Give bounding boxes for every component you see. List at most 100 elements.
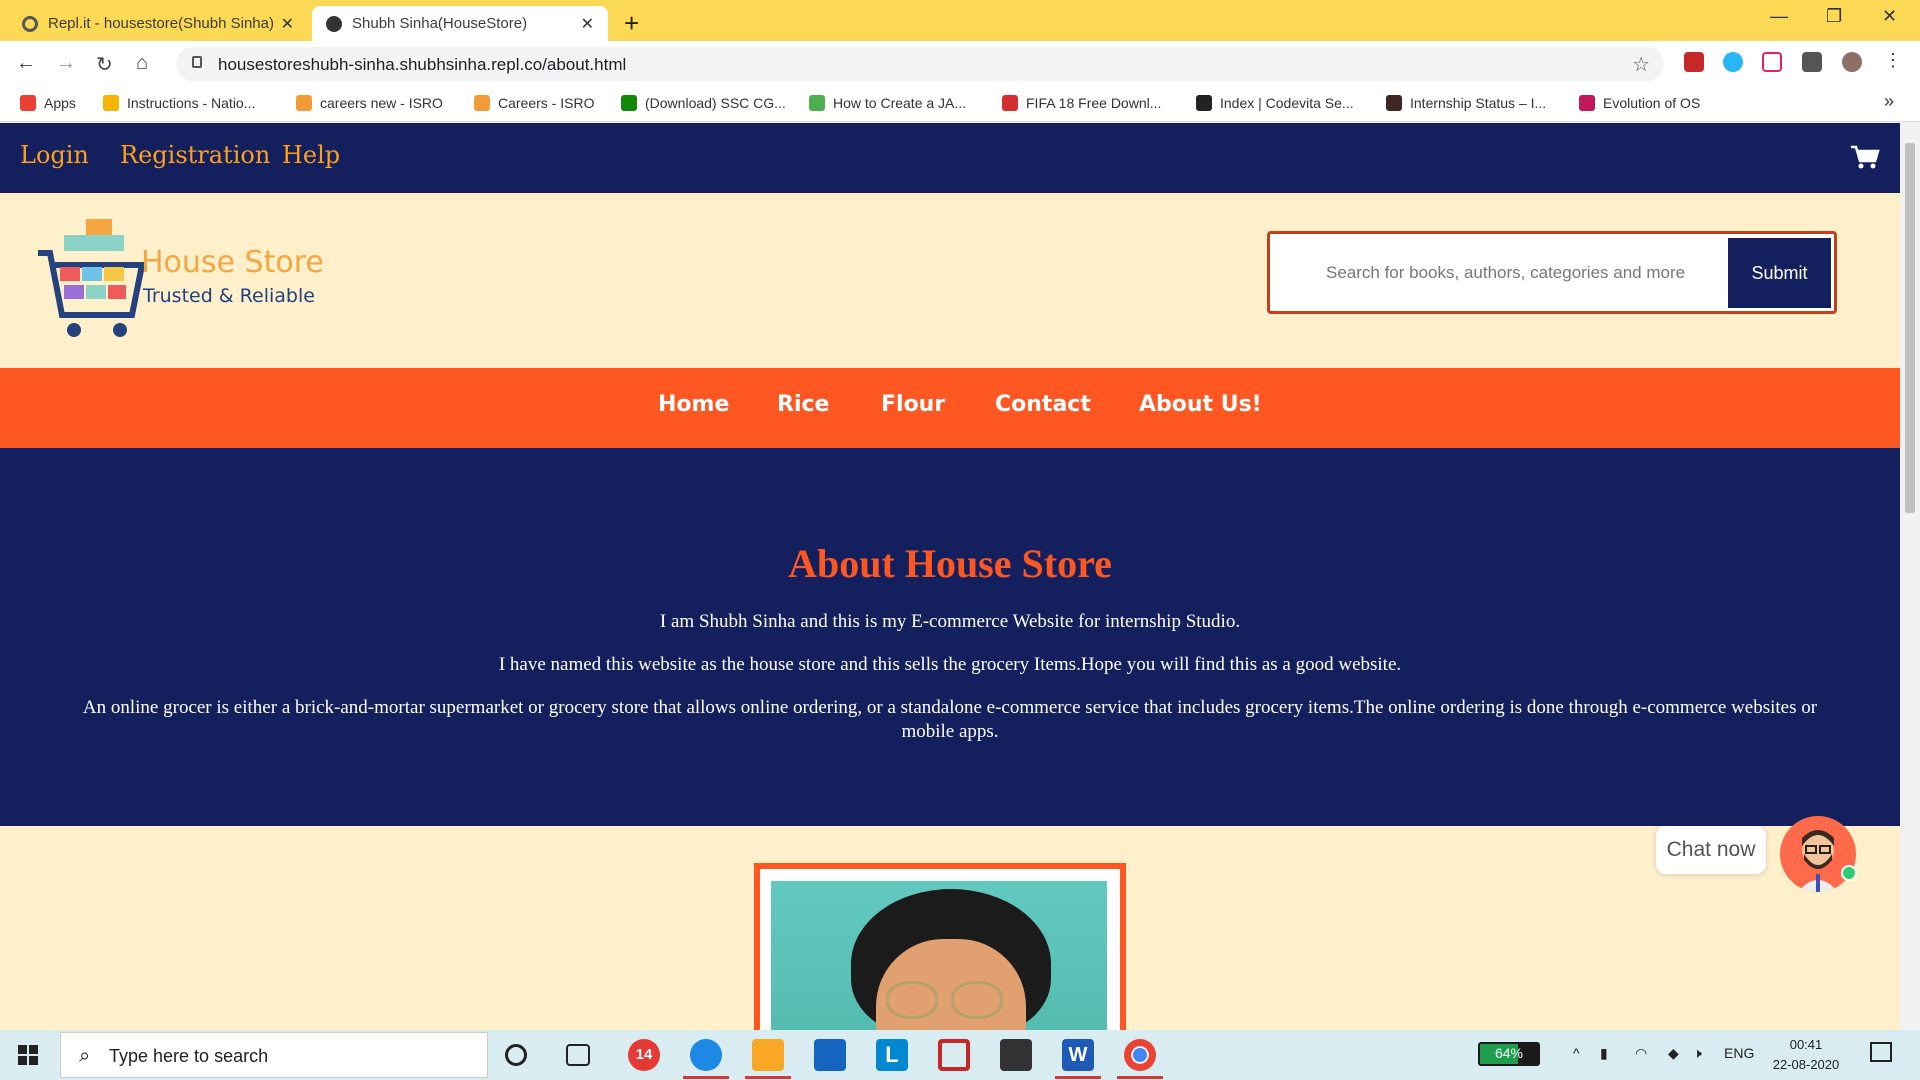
back-icon[interactable]: ← <box>16 52 36 75</box>
tab-title: Shubh Sinha(HouseStore) <box>352 15 528 32</box>
more-bookmarks-icon[interactable]: » <box>1884 91 1894 112</box>
speaker-muted-icon[interactable]: 🕨 <box>1693 1045 1702 1062</box>
wifi-icon[interactable]: ◠ <box>1635 1045 1647 1062</box>
menu-home[interactable]: Home <box>658 392 729 417</box>
main-menu: Home Rice Flour Contact About Us! <box>0 368 1900 448</box>
dropbox-icon[interactable]: ◆ <box>1668 1045 1679 1062</box>
bookmark-item[interactable]: (Download) SSC CG... <box>621 95 786 111</box>
bookmarks-bar: Apps Instructions - Natio... careers new… <box>0 87 1920 122</box>
profile-photo <box>771 881 1107 1030</box>
about-paragraph: I have named this website as the house s… <box>498 654 1402 675</box>
tab-title: Repl.it - housestore(Shubh Sinha) <box>48 15 274 32</box>
windows-taskbar: ⌕ Type here to search 14 L W 64% ^ ▮ ◠ ◆… <box>0 1030 1920 1080</box>
chrome-icon[interactable] <box>1124 1039 1156 1071</box>
battery-percent: 64% <box>1494 1045 1524 1061</box>
close-window-icon[interactable]: ✕ <box>1882 6 1897 27</box>
page-viewport: Login Registration Help House Store Trus… <box>0 123 1900 1030</box>
registration-link[interactable]: Registration <box>120 141 270 169</box>
logo-subtitle: Trusted & Reliable <box>143 285 315 307</box>
search-input[interactable] <box>1284 245 1714 300</box>
bookmark-apps[interactable]: Apps <box>20 95 76 111</box>
running-indicator <box>1117 1076 1163 1079</box>
minimize-icon[interactable]: — <box>1770 6 1788 27</box>
submit-button[interactable]: Submit <box>1728 238 1831 308</box>
l-app-icon[interactable]: L <box>876 1039 908 1071</box>
extension-pocket-icon[interactable] <box>1762 52 1782 72</box>
about-paragraph: An online grocer is either a brick-and-m… <box>82 697 1818 742</box>
cortana-icon[interactable] <box>505 1044 527 1066</box>
scrollbar-thumb[interactable] <box>1905 143 1915 513</box>
browser-tab-bar: Repl.it - housestore(Shubh Sinha) ✕ Shub… <box>0 0 1920 41</box>
page-scrollbar[interactable] <box>1900 123 1920 1030</box>
notification-badge-app-icon[interactable]: 14 <box>628 1039 660 1071</box>
site-header: House Store Trusted & Reliable Submit <box>0 193 1900 368</box>
bookmark-item[interactable]: FIFA 18 Free Downl... <box>1002 95 1161 111</box>
address-bar[interactable]: housestoreshubh-sinha.shubhsinha.repl.co… <box>176 47 1664 81</box>
menu-about-us[interactable]: About Us! <box>1139 392 1262 417</box>
apps-grid-icon <box>20 95 36 111</box>
profile-photo-frame <box>754 863 1126 1030</box>
chat-avatar[interactable] <box>1780 816 1856 892</box>
taskbar-search[interactable]: ⌕ Type here to search <box>60 1032 488 1078</box>
menu-contact[interactable]: Contact <box>995 392 1091 417</box>
bulb-icon <box>103 95 119 111</box>
language-indicator[interactable]: ENG <box>1724 1045 1754 1061</box>
login-link[interactable]: Login <box>20 141 89 169</box>
battery-indicator[interactable]: 64% <box>1478 1042 1540 1066</box>
bookmark-item[interactable]: How to Create a JA... <box>809 95 966 111</box>
help-link[interactable]: Help <box>282 141 340 169</box>
site-icon <box>1579 95 1595 111</box>
bookmark-label: Index | Codevita Se... <box>1220 95 1354 111</box>
notifications-icon[interactable] <box>1870 1042 1892 1062</box>
new-tab-icon[interactable]: + <box>624 8 639 39</box>
battery-saver-icon[interactable]: ▮ <box>1600 1045 1608 1062</box>
omnibar: ← → ↻ ⌂ housestoreshubh-sinha.shubhsinha… <box>0 41 1920 87</box>
edge-icon[interactable] <box>690 1039 722 1071</box>
menu-kebab-icon[interactable]: ⋮ <box>1884 50 1902 70</box>
chat-now-button[interactable]: Chat now <box>1656 826 1766 874</box>
bookmark-item[interactable]: Index | Codevita Se... <box>1196 95 1354 111</box>
store-icon[interactable] <box>1000 1039 1032 1071</box>
bookmark-item[interactable]: Instructions - Natio... <box>103 95 255 111</box>
tab-replit[interactable]: Repl.it - housestore(Shubh Sinha) ✕ <box>8 6 308 41</box>
home-icon[interactable]: ⌂ <box>136 52 148 75</box>
bookmark-item[interactable]: Careers - ISRO <box>474 95 594 111</box>
forward-icon[interactable]: → <box>56 52 76 75</box>
task-view-icon[interactable] <box>566 1044 590 1066</box>
close-tab-icon[interactable]: ✕ <box>281 14 294 34</box>
extension-shield-icon[interactable] <box>1684 52 1704 72</box>
cart-logo-icon[interactable] <box>36 215 156 345</box>
search-icon: ⌕ <box>79 1045 91 1067</box>
reload-icon[interactable]: ↻ <box>96 52 113 77</box>
mail-icon[interactable] <box>814 1039 846 1071</box>
top-nav: Login Registration Help <box>0 123 1900 193</box>
cart-icon[interactable] <box>1850 145 1880 171</box>
file-explorer-icon[interactable] <box>752 1039 784 1071</box>
about-heading: About House Store <box>788 541 1112 586</box>
extensions-puzzle-icon[interactable] <box>1802 52 1822 72</box>
mcafee-icon[interactable] <box>938 1039 970 1071</box>
chevron-up-icon[interactable]: ^ <box>1573 1045 1580 1061</box>
bookmark-label: Instructions - Natio... <box>127 95 256 111</box>
menu-flour[interactable]: Flour <box>881 392 945 417</box>
restore-icon[interactable]: ❐ <box>1826 6 1842 27</box>
word-icon[interactable]: W <box>1062 1039 1094 1071</box>
windows-start-icon[interactable] <box>18 1045 38 1065</box>
photo-glasses-left <box>886 981 938 1019</box>
close-tab-icon[interactable]: ✕ <box>581 14 594 34</box>
online-status-dot <box>1841 865 1857 881</box>
clock-date: 22-08-2020 <box>1772 1057 1840 1072</box>
taskbar-search-placeholder: Type here to search <box>109 1046 269 1066</box>
extension-circle-icon[interactable] <box>1723 52 1743 72</box>
bookmark-item[interactable]: Internship Status – I... <box>1386 95 1546 111</box>
bookmark-item[interactable]: Evolution of OS <box>1579 95 1700 111</box>
running-indicator <box>745 1076 791 1079</box>
bookmark-star-icon[interactable]: ☆ <box>1632 52 1650 77</box>
lock-icon <box>192 56 202 68</box>
bookmark-item[interactable]: careers new - ISRO <box>296 95 443 111</box>
gamepad-icon <box>1002 95 1018 111</box>
tab-housestore[interactable]: Shubh Sinha(HouseStore) ✕ <box>312 6 608 41</box>
menu-rice[interactable]: Rice <box>777 392 829 417</box>
profile-avatar[interactable] <box>1842 52 1862 72</box>
clock[interactable]: 00:41 22-08-2020 <box>1766 1035 1846 1075</box>
